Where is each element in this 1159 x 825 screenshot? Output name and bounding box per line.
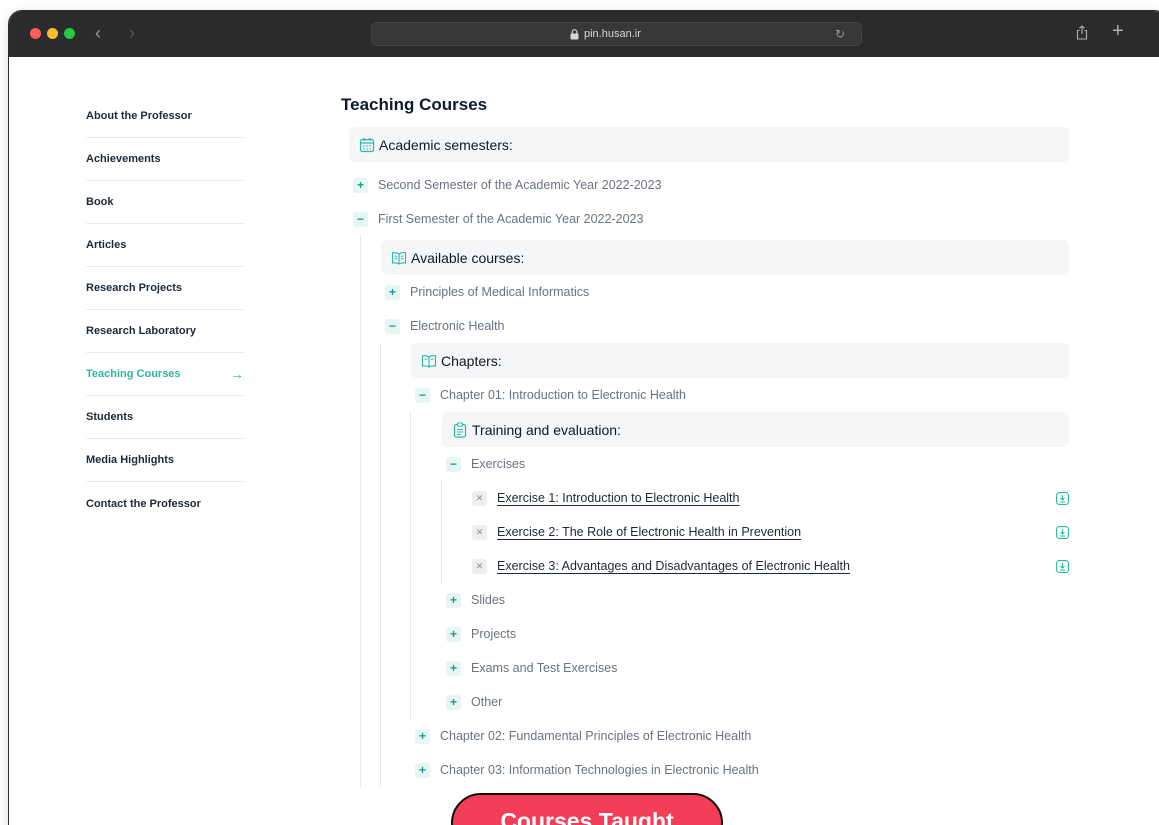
chapters-heading: Chapters: <box>411 343 1069 378</box>
lock-icon <box>570 29 579 40</box>
open-book-icon <box>421 354 437 368</box>
download-icon[interactable] <box>1056 559 1069 573</box>
share-icon[interactable] <box>1076 25 1088 40</box>
sidebar-item-articles[interactable]: Articles <box>86 224 244 267</box>
category-row-exams[interactable]: + Exams and Test Exercises <box>442 651 1069 685</box>
download-icon[interactable] <box>1056 491 1069 505</box>
page-title: Teaching Courses <box>341 95 488 114</box>
sidebar-item-research-laboratory[interactable]: Research Laboratory <box>86 310 244 353</box>
file-link[interactable]: Exercise 3: Advantages and Disadvantages… <box>497 559 850 573</box>
back-arrow-icon[interactable]: ‹ <box>95 23 101 43</box>
collapse-minus-icon[interactable]: − <box>353 211 368 227</box>
remove-icon[interactable]: ✕ <box>472 490 487 506</box>
sidebar-nav: About the Professor Achievements Book Ar… <box>86 95 244 525</box>
zoom-window-button[interactable] <box>64 28 75 39</box>
sidebar-item-book[interactable]: Book <box>86 181 244 224</box>
new-tab-icon[interactable]: + <box>1112 20 1124 43</box>
expand-plus-icon[interactable]: + <box>446 592 461 608</box>
course-row-medical-informatics[interactable]: + Principles of Medical Informatics <box>381 275 1069 309</box>
category-row-projects[interactable]: + Projects <box>442 617 1069 651</box>
training-heading: Training and evaluation: <box>442 412 1069 447</box>
course-content: Chapters: − Chapter 01: Introduction to … <box>380 343 1069 787</box>
url-text: pin.husan.ir <box>584 28 641 40</box>
exercises-list: ✕ Exercise 1: Introduction to Electronic… <box>441 481 1069 583</box>
collapse-minus-icon[interactable]: − <box>415 387 430 403</box>
clipboard-icon <box>453 421 467 438</box>
sidebar-item-research-projects[interactable]: Research Projects <box>86 267 244 310</box>
sidebar-item-contact[interactable]: Contact the Professor <box>86 482 244 525</box>
sidebar-item-media-highlights[interactable]: Media Highlights <box>86 439 244 482</box>
semester-content: Available courses: + Principles of Medic… <box>360 236 1069 787</box>
file-row[interactable]: ✕ Exercise 1: Introduction to Electronic… <box>466 481 1069 515</box>
courses-heading: Available courses: <box>381 240 1069 275</box>
sidebar-item-achievements[interactable]: Achievements <box>86 138 244 181</box>
reload-icon[interactable]: ↻ <box>835 27 845 41</box>
chapter-row-03[interactable]: + Chapter 03: Information Technologies i… <box>411 753 1069 787</box>
chapter-row-02[interactable]: + Chapter 02: Fundamental Principles of … <box>411 719 1069 753</box>
course-row-electronic-health[interactable]: − Electronic Health <box>381 309 1069 343</box>
file-link[interactable]: Exercise 1: Introduction to Electronic H… <box>497 491 739 505</box>
arrow-right-icon: → <box>230 366 244 382</box>
expand-plus-icon[interactable]: + <box>446 660 461 676</box>
chapter-content: Training and evaluation: − Exercises ✕ E… <box>410 412 1069 719</box>
expand-plus-icon[interactable]: + <box>415 762 430 778</box>
expand-plus-icon[interactable]: + <box>353 177 368 193</box>
file-row[interactable]: ✕ Exercise 2: The Role of Electronic Hea… <box>466 515 1069 549</box>
address-bar[interactable]: pin.husan.ir ↻ <box>371 22 862 46</box>
category-row-slides[interactable]: + Slides <box>442 583 1069 617</box>
remove-icon[interactable]: ✕ <box>472 558 487 574</box>
main-content: Teaching Courses Academic semesters: + S… <box>341 95 1069 787</box>
browser-toolbar: ‹ › pin.husan.ir ↻ + <box>9 11 1159 57</box>
calendar-icon <box>359 137 375 152</box>
close-window-button[interactable] <box>30 28 41 39</box>
category-row-other[interactable]: + Other <box>442 685 1069 719</box>
expand-plus-icon[interactable]: + <box>415 728 430 744</box>
collapse-minus-icon[interactable]: − <box>446 456 461 472</box>
semester-row-second[interactable]: + Second Semester of the Academic Year 2… <box>341 168 1069 202</box>
sidebar-item-students[interactable]: Students <box>86 396 244 439</box>
expand-plus-icon[interactable]: + <box>446 626 461 642</box>
open-book-icon <box>391 251 407 265</box>
remove-icon[interactable]: ✕ <box>472 524 487 540</box>
expand-plus-icon[interactable]: + <box>385 284 400 300</box>
semester-row-first[interactable]: − First Semester of the Academic Year 20… <box>341 202 1069 236</box>
sidebar-item-about[interactable]: About the Professor <box>86 95 244 138</box>
semesters-heading: Academic semesters: <box>349 127 1069 162</box>
chapter-row-01[interactable]: − Chapter 01: Introduction to Electronic… <box>411 378 1069 412</box>
forward-arrow-icon[interactable]: › <box>129 23 135 43</box>
file-link[interactable]: Exercise 2: The Role of Electronic Healt… <box>497 525 801 539</box>
download-icon[interactable] <box>1056 525 1069 539</box>
courses-taught-button[interactable]: Courses Taught <box>451 793 723 825</box>
category-row-exercises[interactable]: − Exercises <box>442 447 1069 481</box>
expand-plus-icon[interactable]: + <box>446 694 461 710</box>
sidebar-item-teaching-courses[interactable]: Teaching Courses → <box>86 353 244 396</box>
collapse-minus-icon[interactable]: − <box>385 318 400 334</box>
file-row[interactable]: ✕ Exercise 3: Advantages and Disadvantag… <box>466 549 1069 583</box>
minimize-window-button[interactable] <box>47 28 58 39</box>
